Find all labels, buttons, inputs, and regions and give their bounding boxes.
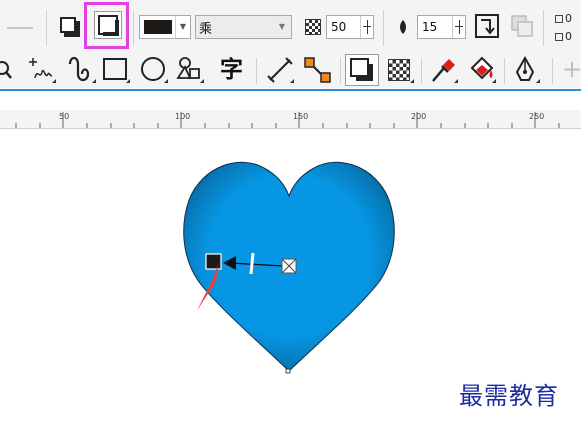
separator	[543, 10, 544, 46]
stack-row-1[interactable]: 0	[555, 12, 572, 25]
flyout-triangle-icon	[290, 79, 294, 83]
opacity-field[interactable]: 50	[326, 15, 374, 39]
freehand-tool[interactable]	[28, 54, 58, 86]
feather-icon	[397, 19, 409, 39]
rectangle-tool[interactable]	[102, 54, 132, 86]
dimension-tool[interactable]	[266, 54, 296, 86]
chevron-down-icon[interactable]: ▼	[175, 16, 190, 38]
separator	[46, 10, 47, 46]
flyout-triangle-icon	[164, 79, 168, 83]
separator	[133, 10, 134, 46]
flyout-triangle-icon	[410, 79, 414, 83]
transparency-tool[interactable]	[386, 54, 416, 86]
ruler-label: 250	[529, 112, 545, 121]
inner-shadow-button[interactable]	[94, 11, 122, 39]
disabled-line-icon	[7, 27, 33, 29]
front-square-icon	[60, 17, 76, 33]
flyout-triangle-icon	[200, 79, 204, 83]
property-bar: ▼ 乘 ▼ 50 15 0 0	[0, 0, 581, 54]
connector-tool[interactable]	[302, 54, 334, 86]
shadow-color-dropdown[interactable]: ▼	[139, 15, 191, 39]
ruler-ticks	[15, 112, 560, 128]
feather-direction-icon	[475, 14, 499, 38]
watermark: 最需教育	[459, 382, 559, 410]
square-icon	[555, 15, 563, 23]
separator	[256, 58, 257, 84]
separator	[340, 58, 341, 84]
ruler-label: 100	[175, 112, 191, 121]
ruler-label: 50	[59, 112, 70, 121]
feather-value: 15	[422, 20, 438, 34]
square-icon	[555, 33, 563, 41]
flyout-triangle-icon	[92, 79, 96, 83]
text-tool[interactable]: 字	[220, 54, 250, 86]
artistic-media-tool[interactable]	[66, 54, 98, 86]
flyout-triangle-icon	[126, 79, 130, 83]
horizontal-ruler[interactable]: 50 100 150 200 250	[0, 110, 581, 129]
polygon-tool[interactable]	[176, 54, 206, 86]
opacity-value: 50	[331, 20, 347, 34]
eyedropper-tool[interactable]	[428, 54, 460, 86]
separator	[552, 58, 553, 84]
drop-shadow-icon	[350, 58, 373, 81]
flyout-triangle-icon	[454, 79, 458, 83]
chevron-down-icon[interactable]: ▼	[275, 16, 289, 38]
merge-mode-dropdown[interactable]: 乘 ▼	[195, 15, 292, 39]
opacity-spinner[interactable]	[360, 16, 373, 38]
feather-spinner[interactable]	[452, 16, 465, 38]
feather-edges-button[interactable]	[510, 14, 536, 42]
tab-accent-line	[0, 89, 581, 91]
interactive-fill-tool[interactable]	[466, 54, 498, 86]
feather-field[interactable]: 15	[417, 15, 466, 39]
drop-shadow-tool[interactable]	[345, 54, 379, 86]
crop-tool[interactable]	[0, 54, 14, 86]
opacity-icon	[305, 19, 321, 35]
feather-edges-icon	[511, 15, 533, 37]
feather-direction-button[interactable]	[474, 13, 500, 43]
add-tool-button[interactable]: +	[562, 54, 581, 86]
flyout-triangle-icon	[52, 79, 56, 83]
inner-shadow-icon	[98, 15, 119, 36]
flyout-triangle-icon	[492, 79, 496, 83]
checkerboard-icon	[388, 59, 410, 81]
separator	[383, 10, 384, 46]
toolbox: 字 +	[0, 54, 581, 88]
flyout-triangle-icon	[536, 79, 540, 83]
magnifier-icon	[0, 61, 12, 79]
merge-mode-value: 乘	[199, 22, 213, 37]
flat-shadow-button[interactable]	[55, 12, 85, 42]
ruler-label: 150	[293, 112, 309, 121]
connector-icon	[304, 57, 331, 83]
separator	[421, 58, 422, 84]
stack-row-2[interactable]: 0	[555, 30, 572, 43]
ellipse-tool[interactable]	[140, 54, 170, 86]
shadow-color-swatch	[144, 20, 172, 34]
ruler-label: 200	[411, 112, 427, 121]
separator	[504, 58, 505, 84]
highlight-frame	[84, 2, 129, 49]
smart-fill-tool[interactable]	[512, 54, 542, 86]
